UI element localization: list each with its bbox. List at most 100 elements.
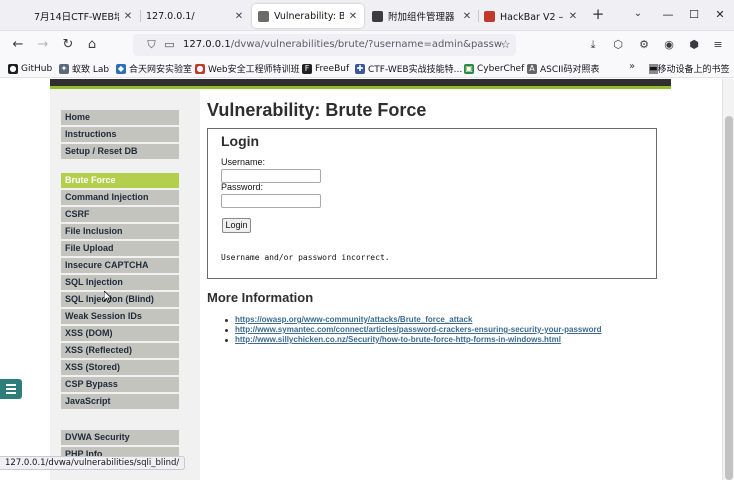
bookmark-mobile-folder[interactable]: ▬ 移动设备上的书签 <box>649 61 730 76</box>
menu-item-label: Setup / Reset DB <box>65 146 138 156</box>
tab-strip: 7月14日CTF-WEB培训 ✕ 127.0.0.1/ ✕ Vulnerabil… <box>0 0 734 31</box>
bookmark-ascii[interactable]: A ASCII码对照表 <box>527 61 599 76</box>
folder-icon: ▬ <box>649 63 658 74</box>
menu-item-label: Insecure CAPTCHA <box>65 260 149 270</box>
username-field[interactable] <box>221 169 321 183</box>
tab-hackbar[interactable]: HackBar V2 – 下载 ✕ <box>478 4 584 28</box>
menu-item-javascript[interactable]: JavaScript <box>61 394 179 409</box>
password-label: Password: <box>221 182 264 192</box>
tab-label: HackBar V2 – 下载 <box>500 12 564 23</box>
menu-item-csp-bypass[interactable]: CSP Bypass <box>61 377 179 392</box>
settings-icon[interactable]: ⚙ <box>636 37 652 53</box>
menu-item-label: CSP Bypass <box>65 379 118 389</box>
menu-item-home[interactable]: Home <box>61 110 179 125</box>
minimize-icon[interactable]: — <box>658 6 678 24</box>
url-text[interactable]: 127.0.0.1/dvwa/vulnerabilities/brute/?us… <box>183 38 503 52</box>
menu-item-file-inclusion[interactable]: File Inclusion <box>61 224 179 239</box>
menu-item-dvwa-security[interactable]: DVWA Security <box>61 430 179 445</box>
maximize-icon[interactable]: ☐ <box>684 6 704 24</box>
chevron-double-right-icon[interactable]: » <box>629 61 635 72</box>
tab-ctf-training[interactable]: 7月14日CTF-WEB培训 ✕ <box>28 4 139 28</box>
bookmark-github[interactable]: ● GitHub <box>8 61 52 76</box>
menu-item-label: File Inclusion <box>65 226 123 236</box>
close-icon[interactable]: ✕ <box>348 11 358 22</box>
addon-icon[interactable]: ◉ <box>661 37 677 53</box>
forward-icon[interactable]: → <box>35 37 51 53</box>
reload-icon[interactable]: ↻ <box>60 37 76 53</box>
menu-item-file-upload[interactable]: File Upload <box>61 241 179 256</box>
bookmark-hetian[interactable]: ◆ 合天网安实验室 <box>116 61 192 76</box>
menu-item-sql-injection-blind[interactable]: SQL Injection (Blind) <box>61 292 179 307</box>
menu-item-instructions[interactable]: Instructions <box>61 127 179 142</box>
menu-item-insecure-captcha[interactable]: Insecure CAPTCHA <box>61 258 179 273</box>
menu-item-weak-session-ids[interactable]: Weak Session IDs <box>61 309 179 324</box>
extension-icon[interactable]: ⬡ <box>610 37 626 53</box>
bookmark-freebuf[interactable]: F FreeBuf <box>302 61 349 76</box>
web-security-icon: ● <box>195 63 205 74</box>
login-heading: Login <box>221 133 260 149</box>
back-icon[interactable]: ← <box>10 37 26 53</box>
page-icon[interactable]: ▭ <box>163 38 176 51</box>
hetian-icon: ◆ <box>116 63 126 74</box>
plus-icon[interactable]: + <box>590 7 606 23</box>
link-sillychicken-brute-force[interactable]: http://www.sillychicken.co.nz/Security/h… <box>235 335 561 345</box>
menu-group-top: Home Instructions Setup / Reset DB <box>61 110 179 161</box>
download-icon[interactable]: ⤓ <box>585 37 601 53</box>
menu-item-label: XSS (Reflected) <box>65 345 133 355</box>
menu-item-xss-dom[interactable]: XSS (DOM) <box>61 326 179 341</box>
tab-label: 附加组件管理器 <box>388 12 455 23</box>
dvwa-header-bar <box>50 79 671 89</box>
profile-icon[interactable]: ⬢ <box>686 37 702 53</box>
menu-item-xss-reflected[interactable]: XSS (Reflected) <box>61 343 179 358</box>
dvwa-favicon-icon <box>258 10 269 22</box>
menu-item-brute-force[interactable]: Brute Force <box>61 173 179 188</box>
home-icon[interactable]: ⌂ <box>84 37 100 53</box>
tab-addons-manager[interactable]: 附加组件管理器 ✕ <box>366 4 478 28</box>
menu-item-setup-reset-db[interactable]: Setup / Reset DB <box>61 144 179 159</box>
menu-item-xss-stored[interactable]: XSS (Stored) <box>61 360 179 375</box>
menu-item-command-injection[interactable]: Command Injection <box>61 190 179 205</box>
page-title: Vulnerability: Brute Force <box>207 100 427 120</box>
shield-icon[interactable]: ⛉ <box>145 38 158 51</box>
menu-item-csrf[interactable]: CSRF <box>61 207 179 222</box>
bookmark-antlab[interactable]: ✦ 蚁致 Lab <box>59 61 109 76</box>
bookmark-label: FreeBuf <box>315 63 350 74</box>
login-button[interactable]: Login <box>222 218 251 233</box>
tab-vulnerability-brute-force[interactable]: Vulnerability: Brute Fo ✕ <box>252 4 364 28</box>
side-panel-toggle[interactable] <box>0 379 22 399</box>
ant-icon: ✦ <box>59 63 69 74</box>
ascii-icon: A <box>527 63 537 74</box>
menu-item-label: Instructions <box>65 129 117 139</box>
bookmark-cyberchef[interactable]: ▣ CyberChef <box>464 61 524 76</box>
close-icon[interactable]: ✕ <box>568 11 578 22</box>
menu-item-label: DVWA Security <box>65 432 130 442</box>
close-window-icon[interactable]: ✕ <box>710 6 730 24</box>
star-icon[interactable]: ☆ <box>499 38 512 51</box>
menu-item-label: Command Injection <box>65 192 149 202</box>
menu-item-sql-injection[interactable]: SQL Injection <box>61 275 179 290</box>
bookmark-ctf-web[interactable]: ✚ CTF-WEB实战技能特... <box>355 61 462 76</box>
password-field[interactable] <box>221 194 321 208</box>
url-bar[interactable]: ⛉ ▭ 127.0.0.1/dvwa/vulnerabilities/brute… <box>133 34 516 56</box>
close-icon[interactable]: ✕ <box>234 11 244 22</box>
menu-icon[interactable]: ≡ <box>710 37 726 53</box>
bookmark-web-security[interactable]: ● Web安全工程师特训班 <box>195 61 300 76</box>
bookmark-label: 蚁致 Lab <box>72 65 110 75</box>
chevron-down-icon[interactable]: ⌄ <box>631 8 645 22</box>
menu-item-label: SQL Injection <box>65 277 123 287</box>
navigation-toolbar: ← → ↻ ⌂ ⛉ ▭ 127.0.0.1/dvwa/vulnerabiliti… <box>0 31 734 59</box>
bookmark-label: ASCII码对照表 <box>540 65 600 75</box>
page-viewport: Home Instructions Setup / Reset DB Brute… <box>0 79 722 480</box>
tab-label: Vulnerability: Brute Fo <box>274 10 344 22</box>
scrollbar-thumb[interactable] <box>725 116 733 480</box>
close-icon[interactable]: ✕ <box>462 11 472 22</box>
tab-localhost[interactable]: 127.0.0.1/ ✕ <box>140 4 250 28</box>
close-icon[interactable]: ✕ <box>123 11 133 22</box>
hackbar-icon <box>484 10 495 22</box>
link-symantec-password-crackers[interactable]: http://www.symantec.com/connect/articles… <box>235 325 601 335</box>
link-owasp-brute-force[interactable]: https://owasp.org/www-community/attacks/… <box>235 315 472 325</box>
tab-label: 127.0.0.1/ <box>146 10 195 22</box>
ctf-icon: ✚ <box>355 63 365 74</box>
bookmark-label: Web安全工程师特训班 <box>208 65 300 75</box>
page-scrollbar[interactable] <box>722 79 734 480</box>
